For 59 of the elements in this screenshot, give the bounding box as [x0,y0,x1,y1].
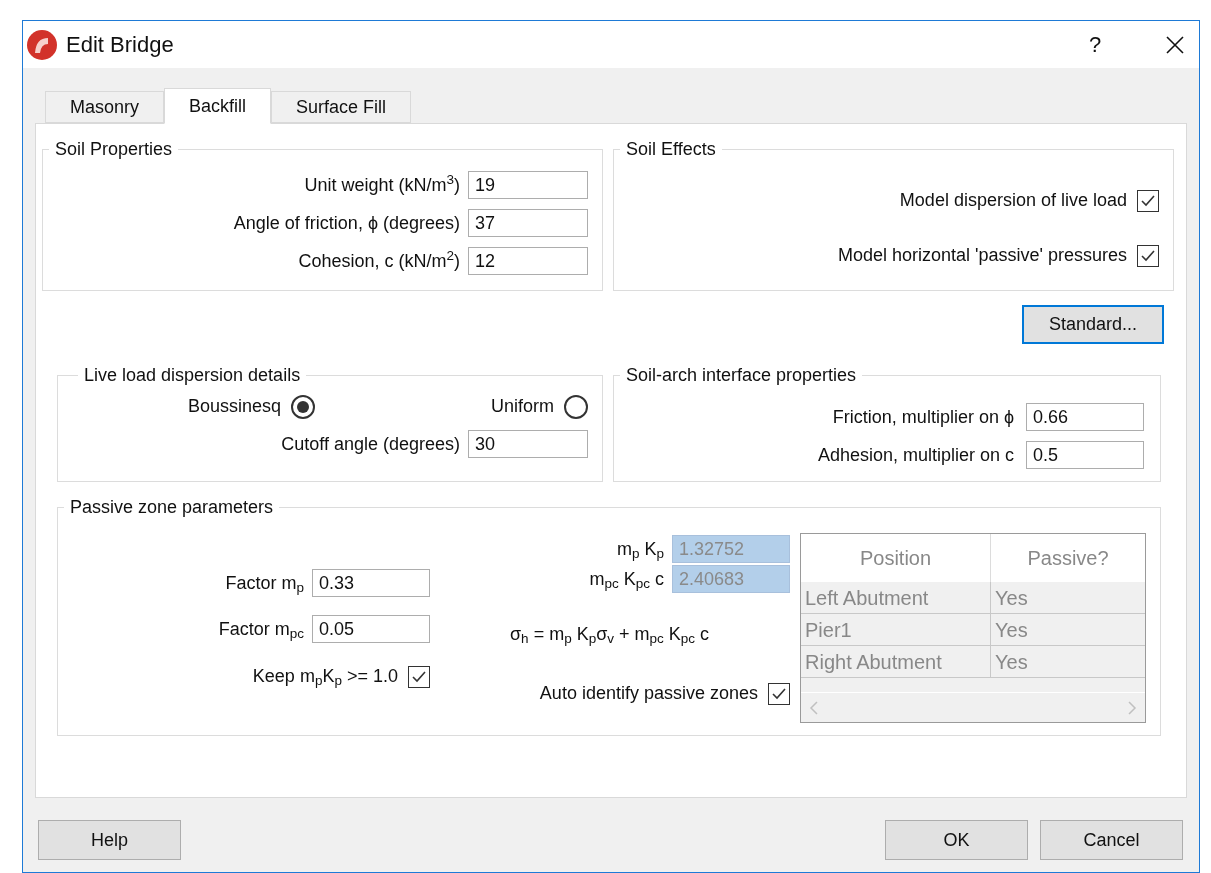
input-field[interactable]: 19 [468,171,588,199]
field-label: Factor m$_{p}$ [225,571,304,597]
group-title: Live load dispersion details [84,365,301,385]
checkbox[interactable] [408,665,430,688]
input-field[interactable]: 0.66 [1026,403,1144,431]
formula-text: σ$_{h}$ = m$_{p}$ K$_{p}$σ$_{v}$ + m$_{pc}$ K$_{pc}$ c [510,624,710,644]
checkbox[interactable] [1137,244,1159,267]
input-field[interactable]: 0.5 [1026,441,1144,469]
help-button[interactable]: Help [38,820,181,860]
tab[interactable]: Surface Fill [271,91,412,123]
radio-label: Boussinesq [188,395,282,418]
group-title: Soil Effects [626,139,716,159]
table-cell-text: Yes [994,649,1029,675]
table-cell-text: Yes [994,585,1029,611]
cancel-button[interactable]: Cancel [1040,820,1183,860]
input-field[interactable]: 0.33 [312,569,430,597]
checkmark-icon [411,669,427,684]
checkbox-label: Auto identify passive zones [539,682,758,705]
field-label: Factor m$_{pc}$ [218,617,304,643]
column-header: Position [801,534,991,582]
field-label: Cohesion, c (kN/m$^{2}$) [298,247,460,273]
table-cell: Pier1 [801,614,991,645]
field-label: Unit weight (kN/m$^{3}$) [304,171,460,197]
tab[interactable]: Backfill [164,88,272,124]
standard-button[interactable]: Standard... [1022,305,1164,344]
checkmark-icon [1140,248,1156,263]
checkmark-icon [1140,193,1156,208]
field-label: m$_{p}$ K$_{p}$ [616,537,664,563]
checkmark-icon [771,686,787,701]
checkbox-label: Keep m$_{p}$K$_{p}$ >= 1.0 [252,665,398,690]
checkbox-label: Model horizontal 'passive' pressures [838,244,1127,267]
field-label: Adhesion, multiplier on c [817,443,1014,467]
help-button[interactable]: ? [1075,28,1115,61]
table-cell: Right Abutment [801,646,991,677]
group-title: Soil Properties [55,139,173,159]
input-field[interactable]: 30 [468,430,588,458]
radio-label: Uniform [491,395,554,418]
group-title: Soil-arch interface properties [626,365,857,385]
field-label: Friction, multiplier on ϕ [832,405,1014,429]
table-cell-text: Yes [994,617,1029,643]
checkbox-label: Model dispersion of live load [899,189,1127,212]
app-logo-icon [26,28,58,61]
tab[interactable]: Masonry [45,91,165,123]
group-title: Passive zone parameters [70,497,274,517]
close-icon[interactable] [1165,34,1185,55]
field-label: m$_{pc}$ K$_{pc}$ c [589,567,664,593]
radio-button[interactable] [564,394,588,419]
checkbox[interactable] [768,682,790,705]
input-field[interactable]: 12 [468,247,588,275]
window-title: Edit Bridge [66,31,174,59]
field-label: Angle of friction, ϕ (degrees) [233,211,460,235]
field-label: Cutoff angle (degrees) [281,432,460,456]
column-header: Passive? [1026,546,1110,571]
checkbox[interactable] [1137,189,1159,212]
ok-button[interactable]: OK [885,820,1028,860]
input-field[interactable]: 0.05 [312,615,430,643]
table-cell: Left Abutment [801,582,991,613]
input-field[interactable]: 37 [468,209,588,237]
radio-button[interactable] [291,394,316,419]
